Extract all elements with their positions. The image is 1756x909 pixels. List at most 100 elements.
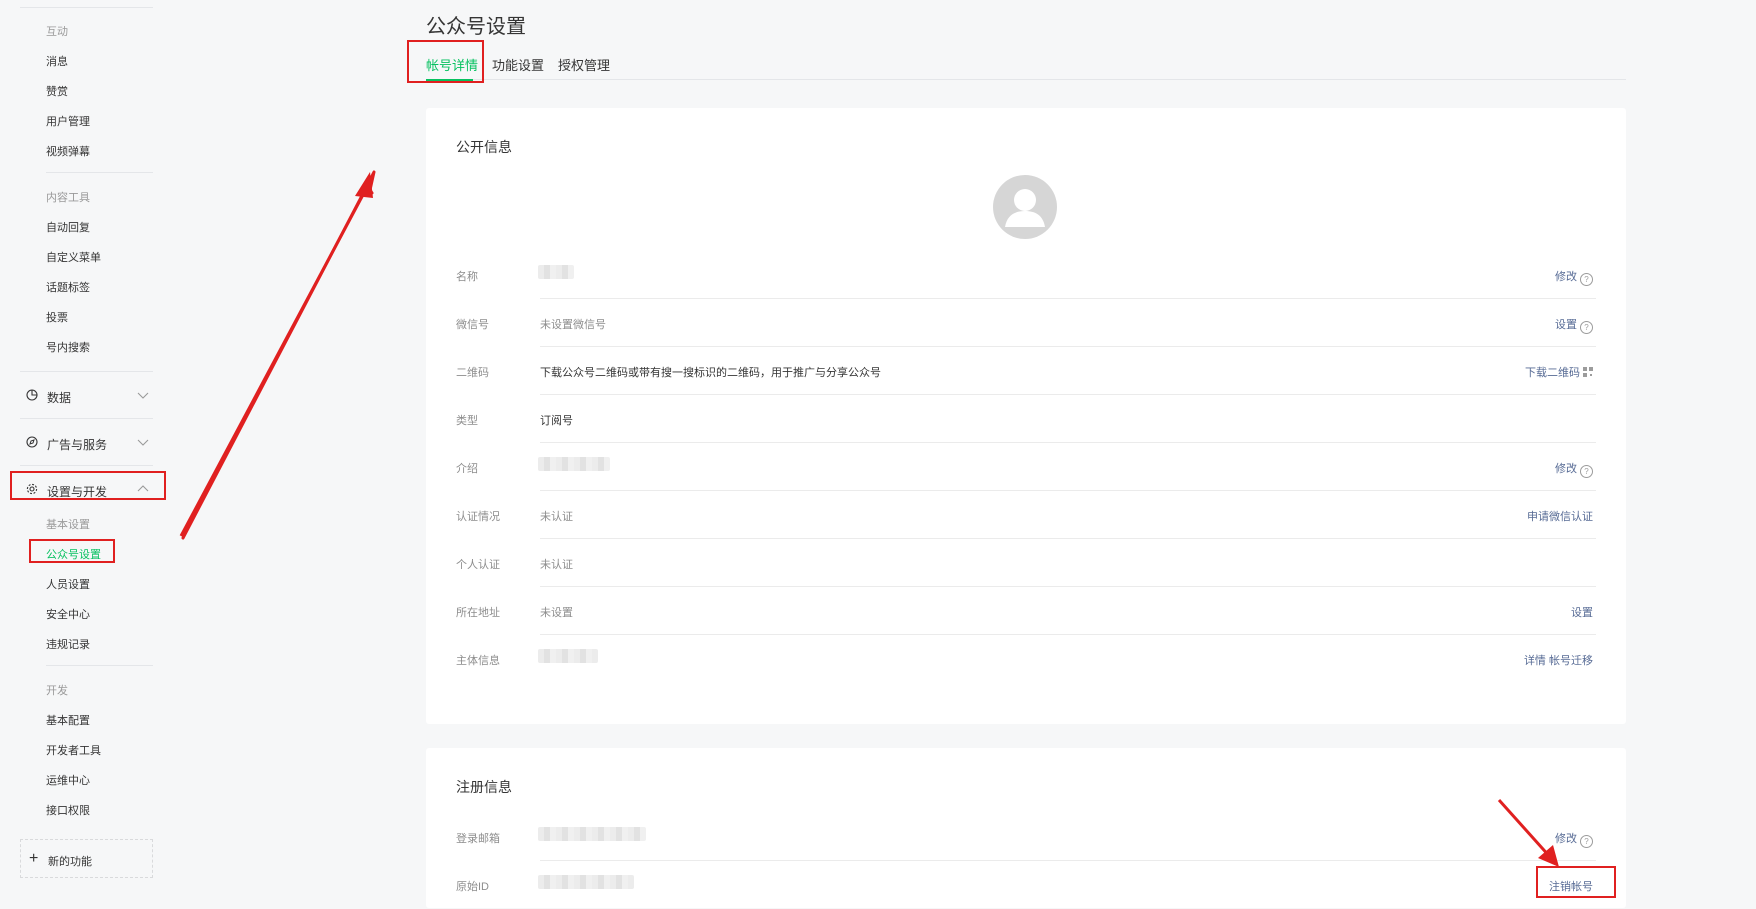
redacted-value <box>538 649 598 663</box>
tab-account-details[interactable]: 帐号详情 <box>426 55 479 81</box>
sidebar-group-title-interact: 互动 <box>46 26 68 38</box>
sidebar-section-ads[interactable]: 广告与服务 <box>20 432 153 454</box>
row-value: 下载公众号二维码或带有搜一搜标识的二维码，用于推广与分享公众号 <box>540 367 881 379</box>
info-row-personal-verification: 个人认证 未认证 <box>456 539 1596 587</box>
modify-email-link[interactable]: 修改? <box>1555 830 1593 848</box>
row-label: 个人认证 <box>456 559 500 571</box>
row-label: 主体信息 <box>456 655 500 667</box>
row-label: 二维码 <box>456 367 489 379</box>
help-icon[interactable]: ? <box>1580 465 1593 478</box>
info-row-name: 名称 修改? <box>456 251 1596 299</box>
sidebar-group-title-basic-settings: 基本设置 <box>46 519 90 531</box>
sidebar-item-appreciation[interactable]: 赞赏 <box>46 83 68 99</box>
compass-icon <box>26 436 38 448</box>
row-label: 原始ID <box>456 881 489 893</box>
entity-details-link[interactable]: 详情 帐号迁移 <box>1524 652 1593 668</box>
gear-icon <box>26 483 38 495</box>
sidebar-section-label: 数据 <box>47 391 72 405</box>
set-wechat-id-link[interactable]: 设置? <box>1555 316 1593 334</box>
sidebar-divider <box>20 465 153 466</box>
redacted-value <box>538 875 634 889</box>
info-row-wechat-id: 微信号 未设置微信号 设置? <box>456 299 1596 347</box>
row-label: 类型 <box>456 415 478 427</box>
set-address-link[interactable]: 设置 <box>1571 604 1593 620</box>
row-label: 名称 <box>456 271 478 283</box>
avatar[interactable] <box>993 175 1057 239</box>
row-label: 微信号 <box>456 319 489 331</box>
sidebar-item-auto-reply[interactable]: 自动回复 <box>46 219 90 235</box>
help-icon[interactable]: ? <box>1580 835 1593 848</box>
sidebar-section-label: 广告与服务 <box>47 438 108 452</box>
sidebar-divider <box>46 665 153 666</box>
sidebar-item-user-management[interactable]: 用户管理 <box>46 113 90 129</box>
tab-bar: 帐号详情 功能设置 授权管理 <box>426 52 1626 81</box>
info-row-address: 所在地址 未设置 设置 <box>456 587 1596 635</box>
info-row-type: 类型 订阅号 <box>456 395 1596 443</box>
public-info-card: 公开信息 名称 修改? 微信号 未设置微信号 设置? 二维码 下载公众号二维码或… <box>426 108 1626 724</box>
sidebar-item-messages[interactable]: 消息 <box>46 53 68 69</box>
sidebar-section-data[interactable]: 数据 <box>20 385 153 407</box>
register-info-card: 注册信息 登录邮箱 修改? 原始ID 注销帐号 <box>426 748 1626 908</box>
download-qrcode-link[interactable]: 下载二维码 <box>1525 364 1593 380</box>
row-label: 所在地址 <box>456 607 500 619</box>
row-label: 介绍 <box>456 463 478 475</box>
sidebar-item-vote[interactable]: 投票 <box>46 309 68 325</box>
sidebar-item-api-permissions[interactable]: 接口权限 <box>46 802 90 818</box>
qrcode-icon <box>1583 367 1593 377</box>
sidebar-item-security-center[interactable]: 安全中心 <box>46 606 90 622</box>
redacted-value <box>538 265 574 279</box>
sidebar-item-account-search[interactable]: 号内搜索 <box>46 339 90 355</box>
sidebar-group-title-dev: 开发 <box>46 685 68 697</box>
sidebar-group-title-content-tools: 内容工具 <box>46 192 90 204</box>
sidebar-item-basic-config[interactable]: 基本配置 <box>46 712 90 728</box>
arrow-head <box>355 172 373 198</box>
new-feature-label: 新的功能 <box>48 856 92 868</box>
row-value: 未设置 <box>540 607 573 619</box>
tab-feature-settings[interactable]: 功能设置 <box>492 55 544 74</box>
tab-active-indicator <box>426 79 473 81</box>
help-icon[interactable]: ? <box>1580 321 1593 334</box>
deregister-account-link[interactable]: 注销帐号 <box>1549 878 1593 894</box>
page-title: 公众号设置 <box>426 16 526 38</box>
modify-name-link[interactable]: 修改? <box>1555 268 1593 286</box>
info-row-intro: 介绍 修改? <box>456 443 1596 491</box>
chevron-down-icon <box>137 439 149 446</box>
info-row-verification: 认证情况 未认证 申请微信认证 <box>456 491 1596 539</box>
row-value: 订阅号 <box>540 415 573 427</box>
redacted-value <box>538 827 646 841</box>
sidebar-item-ops-center[interactable]: 运维中心 <box>46 772 90 788</box>
chevron-down-icon <box>137 392 149 399</box>
new-feature-button[interactable]: + 新的功能 <box>20 839 153 878</box>
tab-label: 帐号详情 <box>426 58 479 73</box>
annotation-arrow <box>179 190 367 537</box>
sidebar-section-label: 设置与开发 <box>47 485 108 499</box>
default-avatar-icon <box>1005 189 1045 227</box>
card-title: 注册信息 <box>456 779 512 795</box>
modify-intro-link[interactable]: 修改? <box>1555 460 1593 478</box>
sidebar-item-video-danmaku[interactable]: 视频弹幕 <box>46 143 90 159</box>
sidebar-item-staff-settings[interactable]: 人员设置 <box>46 576 90 592</box>
sidebar-divider <box>20 418 153 419</box>
sidebar-item-account-settings[interactable]: 公众号设置 <box>46 546 101 562</box>
annotation-arrow <box>181 170 376 540</box>
tab-authorization-management[interactable]: 授权管理 <box>558 55 610 74</box>
apply-verification-link[interactable]: 申请微信认证 <box>1527 508 1593 524</box>
pie-chart-icon <box>26 389 38 401</box>
sidebar-item-violation-records[interactable]: 违规记录 <box>46 636 90 652</box>
sidebar-item-custom-menu[interactable]: 自定义菜单 <box>46 249 101 265</box>
sidebar-item-topic-tags[interactable]: 话题标签 <box>46 279 90 295</box>
row-value: 未设置微信号 <box>540 319 606 331</box>
sidebar-item-developer-tools[interactable]: 开发者工具 <box>46 742 101 758</box>
sidebar-section-settings[interactable]: 设置与开发 <box>20 479 153 501</box>
help-icon[interactable]: ? <box>1580 273 1593 286</box>
row-label: 登录邮箱 <box>456 833 500 845</box>
info-row-login-email: 登录邮箱 修改? <box>456 813 1596 861</box>
plus-icon: + <box>29 850 39 867</box>
sidebar-divider <box>20 371 153 372</box>
row-label: 认证情况 <box>456 511 500 523</box>
redacted-value <box>538 457 610 471</box>
row-value: 未认证 <box>540 559 573 571</box>
info-row-original-id: 原始ID 注销帐号 <box>456 861 1596 909</box>
sidebar-divider <box>20 7 153 8</box>
sidebar-divider <box>46 172 153 173</box>
